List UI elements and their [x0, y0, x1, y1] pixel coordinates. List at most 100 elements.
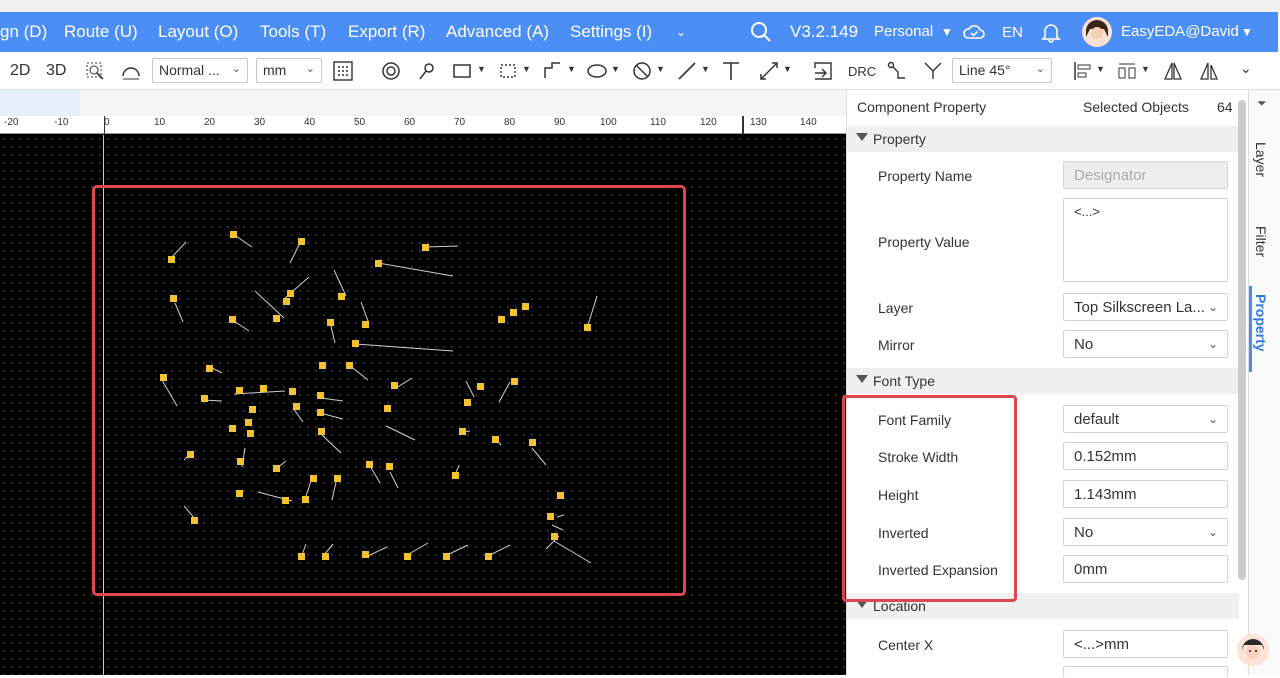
selected-objects-count: 64: [1217, 99, 1233, 115]
document-tab[interactable]: [0, 90, 80, 116]
tab-filter[interactable]: Filter: [1253, 226, 1269, 257]
menu-route[interactable]: Route (U): [64, 22, 138, 42]
center-y-input[interactable]: [1063, 666, 1228, 678]
row-property-value: Property Value <...>: [847, 198, 1239, 282]
ruler-tick-label: 110: [650, 117, 666, 128]
toolbar-more-chevron-icon[interactable]: ⌄: [1240, 60, 1252, 77]
chevron-down-icon: ⌄: [1035, 63, 1045, 75]
grid-icon[interactable]: [332, 60, 354, 82]
import-icon[interactable]: [812, 60, 834, 82]
property-name-label: Property Name: [878, 168, 973, 184]
browser-strip: [0, 0, 1280, 12]
route-track-icon[interactable]: [886, 60, 908, 82]
text-tool-icon[interactable]: [720, 60, 742, 82]
caret-icon[interactable]: ▼: [611, 64, 620, 74]
caret-icon[interactable]: ▼: [1096, 64, 1105, 74]
layer-value: Top Silkscreen La...: [1074, 299, 1205, 316]
property-panel: Component Property Selected Objects 64 P…: [842, 90, 1248, 678]
layer-mode-select[interactable]: Normal ... ⌄: [152, 58, 248, 83]
panel-scrollbar[interactable]: [1238, 100, 1246, 580]
align-left-icon[interactable]: [1072, 60, 1094, 82]
via-icon[interactable]: [380, 60, 402, 82]
caret-icon[interactable]: ▼: [567, 64, 576, 74]
line-tool-icon[interactable]: [676, 60, 698, 82]
active-tab-indicator: [1249, 286, 1252, 372]
inverted-expansion-input[interactable]: 0mm: [1063, 555, 1228, 583]
chevron-down-icon: ⌄: [1207, 412, 1218, 426]
assistant-avatar[interactable]: [1237, 634, 1269, 666]
font-family-select[interactable]: default ⌄: [1063, 405, 1228, 433]
toolbar: 2D 3D Normal ... ⌄ mm ⌄ ▼ ▼ ▼ ▼ ▼ ▼ ▼ DRC …: [0, 52, 1280, 90]
dimension-tool-icon[interactable]: [758, 60, 780, 82]
unit-select[interactable]: mm ⌄: [256, 58, 322, 83]
chevron-down-icon: ⌄: [1207, 337, 1218, 351]
property-name-field: Designator: [1063, 161, 1228, 189]
arc-tool-icon[interactable]: [120, 60, 142, 82]
language-button[interactable]: EN: [1002, 24, 1023, 41]
menu-tools[interactable]: Tools (T): [260, 22, 326, 42]
caret-icon[interactable]: ▼: [701, 64, 710, 74]
flip-vertical-icon[interactable]: [1198, 60, 1220, 82]
user-caret-icon[interactable]: ▼: [1241, 25, 1253, 39]
avatar[interactable]: [1082, 17, 1112, 47]
center-x-input[interactable]: <...>mm: [1063, 630, 1228, 658]
property-value-textarea[interactable]: <...>: [1063, 198, 1228, 282]
layer-select[interactable]: Top Silkscreen La... ⌄: [1063, 293, 1228, 321]
mirror-value: No: [1074, 336, 1094, 353]
ruler-tick-label: 10: [154, 117, 166, 128]
view-3d-button[interactable]: 3D: [46, 62, 66, 80]
caret-icon[interactable]: ▼: [656, 64, 665, 74]
section-font-type[interactable]: Font Type: [847, 368, 1239, 394]
polyline-tool-icon[interactable]: [542, 60, 564, 82]
document-tabs: [0, 90, 846, 116]
ruler-tick-label: 50: [354, 117, 366, 128]
user-name[interactable]: EasyEDA@David: [1121, 23, 1239, 40]
no-fill-icon[interactable]: [631, 60, 653, 82]
ruler-tick-label: -10: [54, 117, 69, 128]
mirror-select[interactable]: No ⌄: [1063, 330, 1228, 358]
pin-icon[interactable]: ⏷: [1257, 96, 1267, 111]
route-angle-select[interactable]: Line 45° ⌄: [952, 58, 1052, 83]
tab-property[interactable]: Property: [1253, 294, 1269, 352]
cloud-icon[interactable]: [962, 21, 986, 48]
view-2d-button[interactable]: 2D: [10, 62, 30, 80]
section-property[interactable]: Property: [847, 126, 1239, 152]
distribute-icon[interactable]: [1116, 60, 1138, 82]
search-icon[interactable]: [750, 21, 772, 48]
ruler-tick-label: 120: [700, 117, 717, 128]
menu-export[interactable]: Export (R): [348, 22, 425, 42]
region-tool-icon[interactable]: [498, 60, 520, 82]
zoom-fit-icon[interactable]: [84, 60, 106, 82]
flip-horizontal-icon[interactable]: [1162, 60, 1184, 82]
caret-icon[interactable]: ▼: [783, 64, 792, 74]
workspace-caret-icon[interactable]: ▼: [941, 25, 953, 39]
inverted-select[interactable]: No ⌄: [1063, 518, 1228, 546]
ruler-tick-label: 90: [554, 117, 566, 128]
diff-pair-icon[interactable]: [922, 60, 944, 82]
drc-button[interactable]: DRC: [848, 64, 876, 79]
ellipse-tool-icon[interactable]: [586, 60, 608, 82]
menu-layout[interactable]: Layout (O): [158, 22, 238, 42]
menu-settings[interactable]: Settings (I): [570, 22, 652, 42]
ruler-tick-label: 140: [800, 117, 817, 128]
chevron-down-icon: ⌄: [1207, 300, 1218, 314]
pcb-canvas[interactable]: -20 -10 0 10 20 30 40 50 60 70 80 90 100…: [0, 90, 846, 675]
workspace-select[interactable]: Personal: [874, 23, 933, 40]
chevron-down-icon: ⌄: [231, 63, 241, 75]
row-mirror: Mirror No ⌄: [847, 330, 1239, 358]
caret-icon[interactable]: ▼: [522, 64, 531, 74]
bell-icon[interactable]: [1040, 21, 1062, 48]
stroke-width-input[interactable]: 0.152mm: [1063, 442, 1228, 470]
tab-layer[interactable]: Layer: [1253, 142, 1269, 177]
pin-icon[interactable]: [416, 60, 438, 82]
menu-design[interactable]: gn (D): [0, 22, 47, 42]
rect-tool-icon[interactable]: [452, 60, 474, 82]
caret-icon[interactable]: ▼: [1141, 64, 1150, 74]
unit-value: mm: [263, 62, 287, 78]
layer-label: Layer: [878, 300, 914, 316]
menu-advanced[interactable]: Advanced (A): [446, 22, 549, 42]
collapse-triangle-icon: [856, 375, 868, 383]
more-menu-chevron-icon[interactable]: ⌄: [676, 25, 686, 39]
caret-icon[interactable]: ▼: [477, 64, 486, 74]
height-input[interactable]: 1.143mm: [1063, 480, 1228, 508]
